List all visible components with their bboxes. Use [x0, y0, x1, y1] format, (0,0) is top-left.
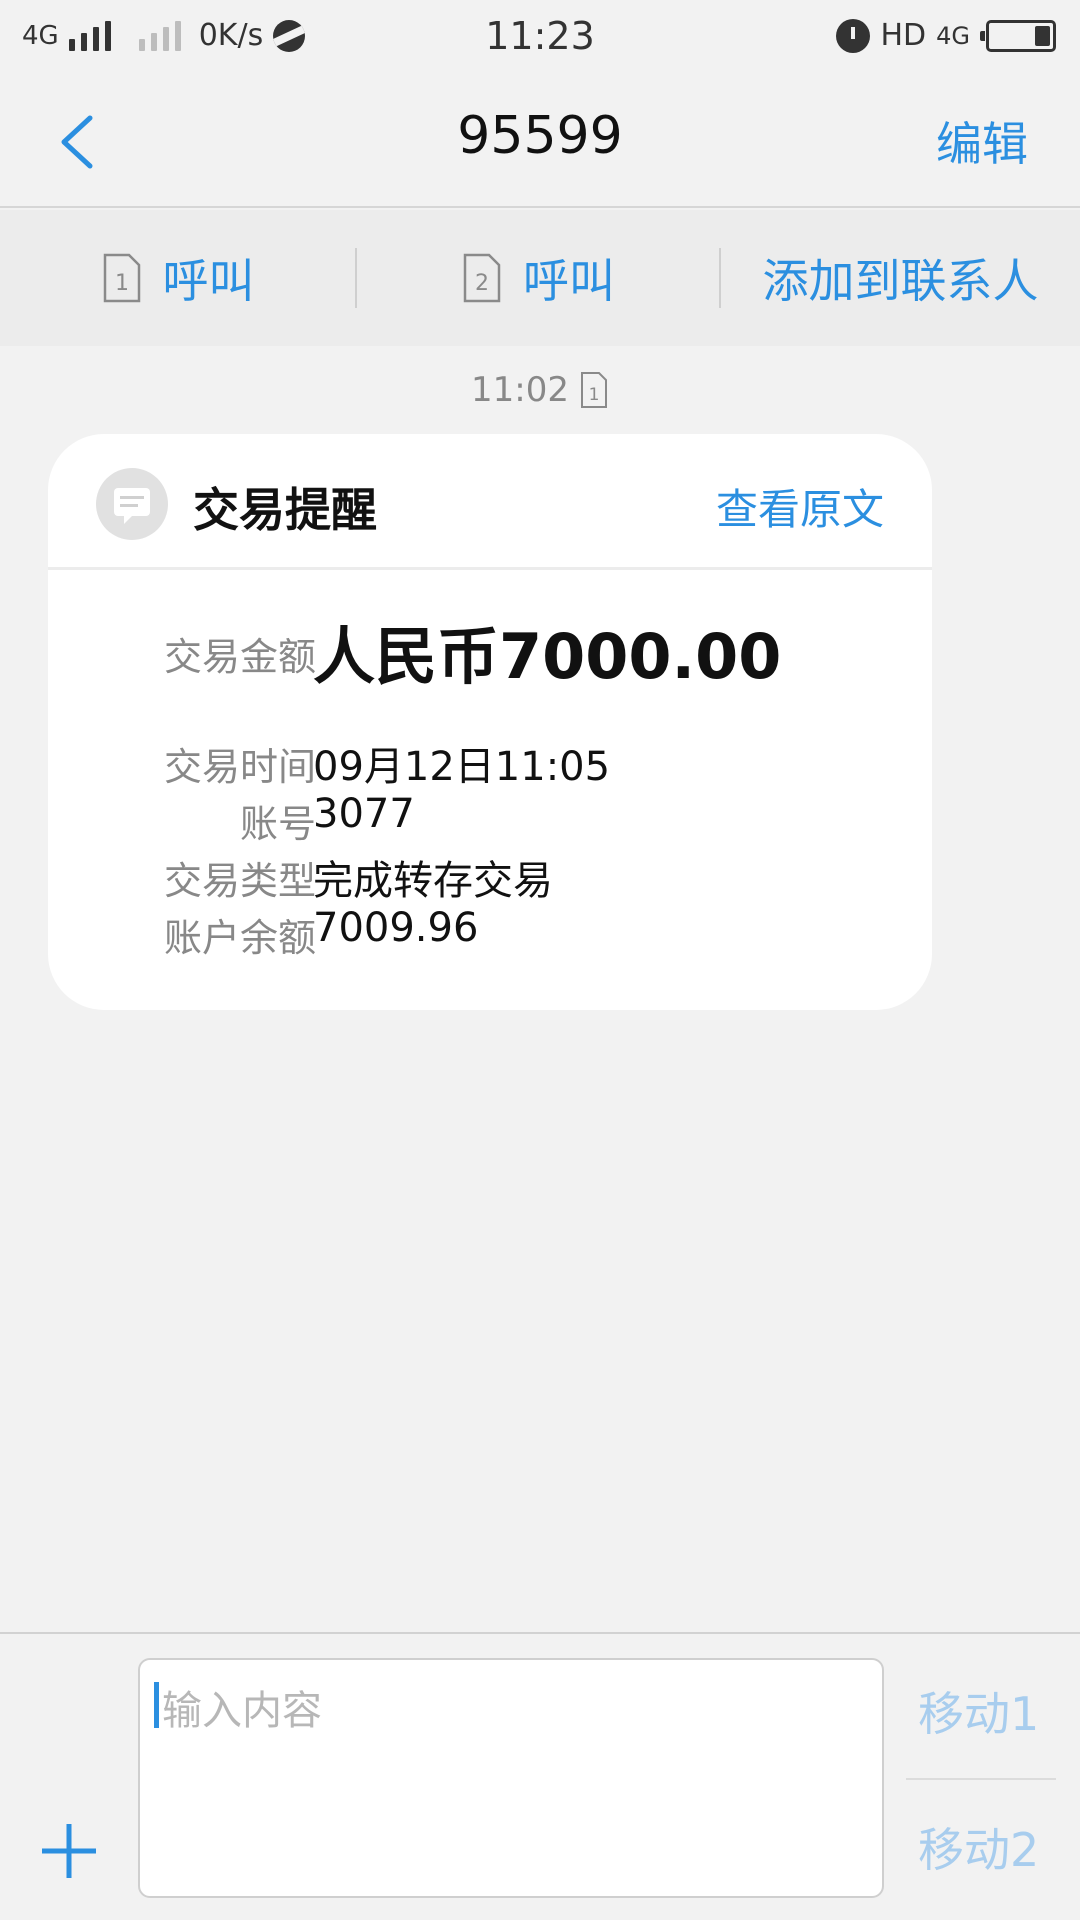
message-timestamp: 11:02 1 — [0, 370, 1080, 410]
contact-actions: 1 呼叫 2 呼叫 添加到联系人 — [0, 210, 1080, 346]
send-divider — [906, 1778, 1056, 1780]
message-composer: 输入内容 移动1 移动2 — [0, 1632, 1080, 1920]
sim1-small-icon: 1 — [580, 372, 607, 408]
view-original-button[interactable]: 查看原文 — [716, 476, 884, 537]
add-to-contacts-button[interactable]: 添加到联系人 — [721, 210, 1080, 346]
amount-label: 交易金额 — [163, 635, 316, 679]
detail-label: 账户余额 — [163, 916, 316, 960]
sim1-number: 1 — [115, 271, 129, 296]
detail-label: 交易类型 — [163, 859, 316, 903]
detail-value: 7009.96 — [313, 905, 479, 951]
call-sim1-button[interactable]: 1 呼叫 — [0, 210, 355, 346]
call-sim2-button[interactable]: 2 呼叫 — [357, 210, 719, 346]
detail-label: 账号 — [239, 802, 316, 846]
detail-value: 3077 — [313, 791, 415, 837]
input-placeholder: 输入内容 — [162, 1688, 322, 1734]
status-bar: 4G 0K/s 11:23 HD 4G — [0, 0, 1080, 76]
send-sim2-button[interactable]: 移动2 — [918, 1814, 1039, 1880]
conversation-title: 95599 — [457, 106, 623, 166]
hd-indicator: HD — [880, 18, 927, 53]
title-bar: 95599 编辑 — [0, 76, 1080, 208]
send-sim1-button[interactable]: 移动1 — [918, 1678, 1039, 1744]
transaction-card[interactable]: 交易提醒 查看原文 交易金额 人民币7000.00 交易时间 09月12日11:… — [48, 434, 932, 1010]
message-sim-number: 1 — [589, 385, 600, 405]
add-to-contacts-label: 添加到联系人 — [762, 254, 1039, 308]
detail-label: 交易时间 — [163, 745, 316, 789]
sim1-icon: 1 — [103, 253, 140, 303]
card-title: 交易提醒 — [193, 483, 377, 537]
message-time: 11:02 — [471, 370, 569, 410]
message-bubble-icon — [96, 468, 168, 540]
battery-level — [1035, 25, 1050, 46]
call-sim1-label: 呼叫 — [162, 254, 255, 308]
text-cursor — [154, 1682, 159, 1728]
sim2-icon: 2 — [463, 253, 501, 303]
edit-button[interactable]: 编辑 — [936, 108, 1028, 174]
status-right: HD 4G — [836, 18, 1056, 53]
alarm-icon — [836, 18, 871, 53]
battery-icon — [980, 19, 1056, 52]
call-sim2-label: 呼叫 — [523, 254, 615, 308]
message-input[interactable]: 输入内容 — [138, 1658, 884, 1898]
network-type-2: 4G — [936, 21, 970, 50]
amount-value: 人民币7000.00 — [313, 620, 782, 693]
detail-value: 完成转存交易 — [313, 858, 553, 904]
plus-icon[interactable] — [40, 1822, 98, 1880]
sim2-number: 2 — [475, 271, 489, 296]
detail-value: 09月12日11:05 — [313, 744, 611, 790]
card-header: 交易提醒 查看原文 — [48, 434, 932, 570]
